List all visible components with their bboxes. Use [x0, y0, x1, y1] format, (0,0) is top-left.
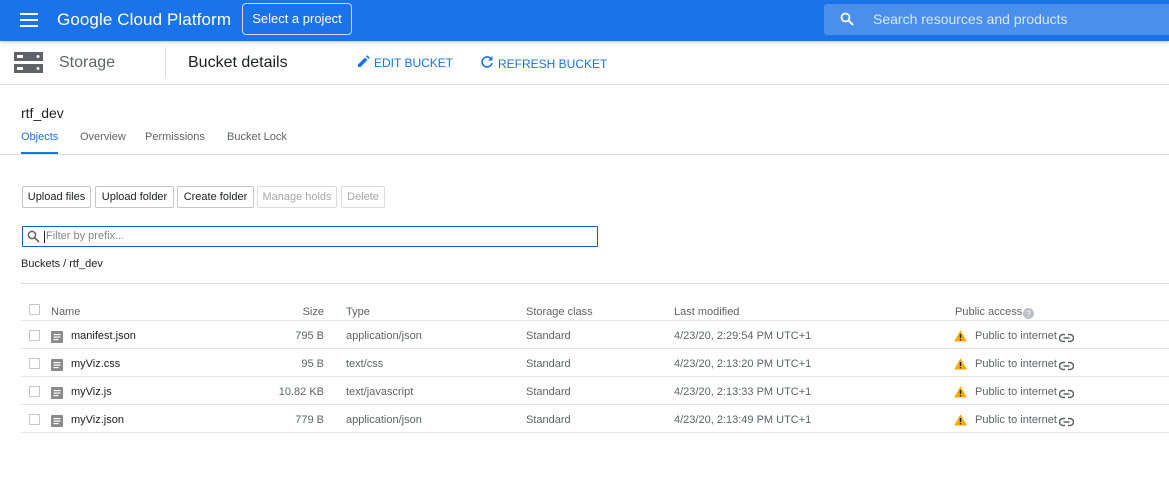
warning-icon — [954, 329, 967, 347]
tab-bucket-lock[interactable]: Bucket Lock — [227, 131, 287, 154]
search-icon — [27, 230, 40, 248]
row-checkbox[interactable] — [29, 386, 40, 397]
upload-folder-button[interactable]: Upload folder — [95, 186, 174, 208]
tab-permissions[interactable]: Permissions — [145, 131, 205, 154]
object-public-access: Public to internet — [975, 358, 1057, 370]
object-last-modified: 4/23/20, 2:13:20 PM UTC+1 — [674, 358, 812, 370]
file-icon — [51, 414, 63, 432]
object-storage-class: Standard — [526, 330, 571, 342]
object-storage-class: Standard — [526, 386, 571, 398]
object-public-access: Public to internet — [975, 330, 1057, 342]
manage-holds-button[interactable]: Manage holds — [257, 186, 337, 208]
divider — [21, 283, 1169, 284]
warning-icon — [954, 413, 967, 431]
table-row[interactable]: manifest.json 795 B application/json Sta… — [21, 321, 1169, 349]
product-name: Storage — [59, 54, 116, 71]
refresh-bucket-button[interactable]: REFRESH BUCKET — [480, 55, 607, 72]
link-icon[interactable] — [1058, 386, 1075, 404]
object-type: application/json — [346, 414, 422, 426]
create-folder-button[interactable]: Create folder — [177, 186, 254, 208]
object-storage-class: Standard — [526, 414, 571, 426]
object-public-access: Public to internet — [975, 414, 1057, 426]
breadcrumb-separator: / — [63, 258, 67, 270]
hamburger-menu-icon[interactable] — [14, 8, 44, 32]
object-name[interactable]: myViz.json — [71, 414, 124, 426]
object-last-modified: 4/23/20, 2:13:33 PM UTC+1 — [674, 386, 812, 398]
delete-button[interactable]: Delete — [341, 186, 385, 208]
refresh-bucket-label: REFRESH BUCKET — [498, 56, 608, 71]
object-last-modified: 4/23/20, 2:29:54 PM UTC+1 — [674, 330, 812, 342]
table-row[interactable]: myViz.js 10.82 KB text/javascript Standa… — [21, 377, 1169, 405]
table-header-row: Name Size Type Storage class Last modifi… — [21, 298, 1169, 321]
breadcrumb-current: rtf_dev — [69, 258, 103, 270]
column-header-last-modified[interactable]: Last modified — [674, 306, 739, 318]
file-icon — [51, 386, 63, 404]
page-header: Storage Bucket details EDIT BUCKET REFRE… — [0, 41, 1169, 85]
header-divider — [165, 47, 166, 77]
object-name[interactable]: myViz.js — [71, 386, 112, 398]
object-storage-class: Standard — [526, 358, 571, 370]
link-icon[interactable] — [1058, 358, 1075, 376]
column-header-size[interactable]: Size — [303, 306, 324, 318]
filter-placeholder: Filter by prefix... — [46, 230, 125, 242]
object-size: 779 B — [295, 414, 324, 426]
tab-bar: Objects Overview Permissions Bucket Lock — [0, 131, 1169, 155]
object-last-modified: 4/23/20, 2:13:49 PM UTC+1 — [674, 414, 812, 426]
column-header-name[interactable]: Name — [51, 306, 80, 318]
object-type: application/json — [346, 330, 422, 342]
refresh-icon — [480, 55, 498, 72]
column-header-type[interactable]: Type — [346, 306, 370, 318]
text-cursor — [44, 231, 45, 243]
bucket-name: rtf_dev — [21, 105, 64, 121]
search-placeholder: Search resources and products — [873, 11, 1068, 27]
filter-input[interactable]: Filter by prefix... — [22, 226, 598, 247]
warning-icon — [954, 357, 967, 375]
object-size: 795 B — [295, 330, 324, 342]
object-name[interactable]: manifest.json — [71, 330, 136, 342]
object-name[interactable]: myViz.css — [71, 358, 120, 370]
warning-icon — [954, 385, 967, 403]
storage-icon — [14, 52, 44, 79]
link-icon[interactable] — [1058, 414, 1075, 432]
row-checkbox[interactable] — [29, 330, 40, 341]
link-icon[interactable] — [1058, 330, 1075, 348]
upload-files-button[interactable]: Upload files — [22, 186, 91, 208]
select-project-button[interactable]: Select a project — [242, 3, 352, 35]
svg-text:?: ? — [1026, 310, 1031, 319]
brand-title[interactable]: Google Cloud Platform — [57, 10, 231, 30]
object-type: text/javascript — [346, 386, 414, 398]
row-checkbox[interactable] — [29, 358, 40, 369]
edit-bucket-button[interactable]: EDIT BUCKET — [357, 55, 453, 71]
object-size: 10.82 KB — [278, 386, 324, 398]
table-row[interactable]: myViz.json 779 B application/json Standa… — [21, 405, 1169, 433]
row-checkbox[interactable] — [29, 414, 40, 425]
breadcrumb-buckets[interactable]: Buckets — [21, 258, 60, 270]
table-row[interactable]: myViz.css 95 B text/css Standard 4/23/20… — [21, 349, 1169, 377]
file-icon — [51, 330, 63, 348]
edit-bucket-label: EDIT BUCKET — [374, 56, 454, 70]
tab-overview[interactable]: Overview — [80, 131, 126, 154]
search-icon — [840, 12, 854, 31]
file-icon — [51, 358, 63, 376]
tab-objects[interactable]: Objects — [21, 131, 59, 154]
search-input[interactable]: Search resources and products — [824, 4, 1169, 35]
pencil-icon — [357, 55, 374, 71]
object-public-access: Public to internet — [975, 386, 1057, 398]
select-all-checkbox[interactable] — [29, 304, 40, 315]
breadcrumb: Buckets / rtf_dev — [21, 258, 103, 270]
column-header-storage-class[interactable]: Storage class — [526, 306, 593, 318]
objects-table: Name Size Type Storage class Last modifi… — [21, 298, 1169, 433]
object-size: 95 B — [301, 358, 324, 370]
object-type: text/css — [346, 358, 384, 370]
page-title: Bucket details — [188, 54, 288, 71]
top-app-bar: Google Cloud Platform Select a project S… — [0, 0, 1169, 41]
column-header-public-access: Public access — [955, 306, 1023, 318]
